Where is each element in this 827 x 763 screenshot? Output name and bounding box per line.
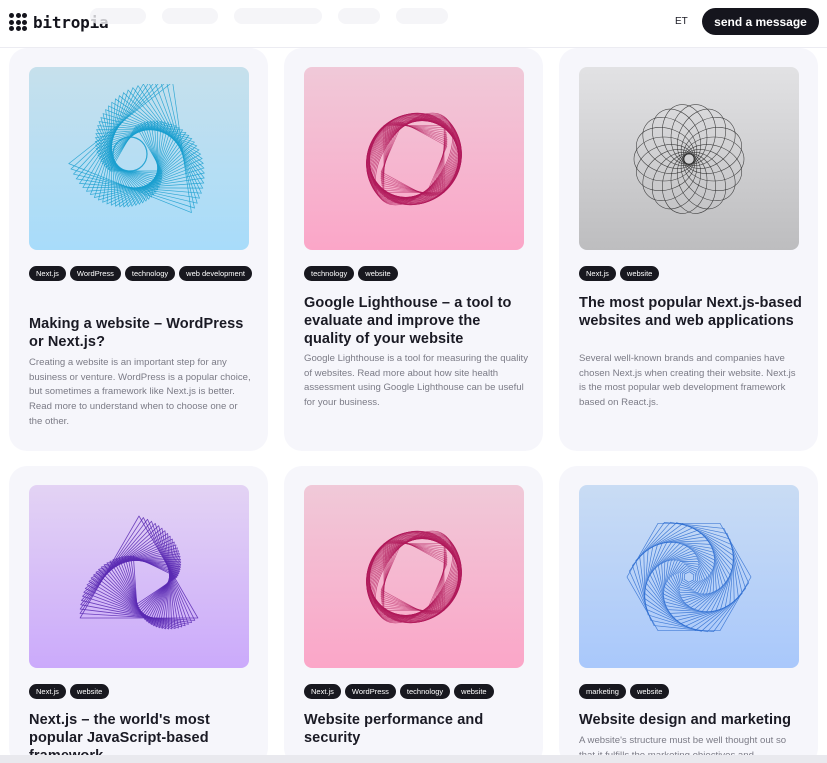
pink-twisted-square-art-icon bbox=[366, 112, 462, 205]
article-title[interactable]: Website design and marketing bbox=[579, 711, 804, 729]
article-excerpt: Several well-known brands and companies … bbox=[579, 353, 796, 409]
tag[interactable]: website bbox=[619, 266, 660, 281]
tag[interactable]: website bbox=[629, 684, 670, 699]
article-card[interactable]: Next.js website Next.js – the world's mo… bbox=[9, 466, 268, 763]
faded-navigation bbox=[90, 8, 448, 24]
article-card[interactable]: marketing website Website design and mar… bbox=[559, 466, 818, 763]
tag[interactable]: Next.js bbox=[579, 266, 616, 281]
article-image bbox=[304, 67, 524, 250]
site-header: bitropia ET send a message bbox=[0, 0, 827, 48]
article-image bbox=[29, 67, 249, 250]
article-image bbox=[579, 67, 799, 250]
tag-list: Next.js WordPress technology web develop… bbox=[29, 266, 254, 281]
article-excerpt: Google Lighthouse is a tool for measurin… bbox=[304, 353, 528, 409]
article-title[interactable]: Google Lighthouse – a tool to evaluate a… bbox=[304, 294, 529, 348]
tag-list: technology website bbox=[304, 266, 529, 281]
article-image bbox=[29, 485, 249, 668]
tag-list: marketing website bbox=[579, 684, 804, 699]
tag[interactable]: website bbox=[454, 684, 494, 699]
tag[interactable]: marketing bbox=[579, 684, 626, 699]
article-card[interactable]: technology website Google Lighthouse – a… bbox=[284, 48, 543, 451]
send-message-button[interactable]: send a message bbox=[702, 8, 819, 35]
article-card[interactable]: Next.js website The most popular Next.js… bbox=[559, 48, 818, 451]
article-title[interactable]: Making a website – WordPress or Next.js? bbox=[29, 315, 254, 351]
tag[interactable]: Next.js bbox=[304, 684, 341, 699]
tag[interactable]: Next.js bbox=[29, 266, 66, 281]
purple-rounded-triangle-art-icon bbox=[79, 515, 199, 629]
tag[interactable]: WordPress bbox=[344, 684, 396, 699]
article-card[interactable]: Next.js WordPress technology website Web… bbox=[284, 466, 543, 763]
tag[interactable]: website bbox=[358, 266, 398, 281]
tag[interactable]: technology bbox=[304, 266, 355, 281]
blue-wave-triangle-art-icon bbox=[68, 83, 205, 213]
tag-list: Next.js website bbox=[29, 684, 254, 699]
tag[interactable]: WordPress bbox=[69, 266, 121, 281]
brand-mark-icon bbox=[9, 13, 27, 31]
tag[interactable]: website bbox=[69, 684, 110, 699]
tag[interactable]: web development bbox=[179, 266, 252, 281]
article-card[interactable]: Next.js WordPress technology web develop… bbox=[9, 48, 268, 451]
article-excerpt: Creating a website is an important step … bbox=[29, 357, 251, 427]
article-title[interactable]: Website performance and security bbox=[304, 711, 529, 747]
blue-hexagon-spiral-art-icon bbox=[626, 521, 752, 632]
tag-list: Next.js website bbox=[579, 266, 804, 281]
article-image bbox=[304, 485, 524, 668]
language-switch[interactable]: ET bbox=[675, 16, 688, 27]
tag[interactable]: Next.js bbox=[29, 684, 66, 699]
article-image bbox=[579, 485, 799, 668]
tag[interactable]: technology bbox=[399, 684, 451, 699]
horizontal-scrollbar[interactable] bbox=[0, 755, 827, 763]
article-title[interactable]: The most popular Next.js-based websites … bbox=[579, 294, 804, 330]
pink-twisted-square-art-icon bbox=[366, 530, 462, 623]
tag[interactable]: technology bbox=[124, 266, 176, 281]
gray-circle-spiral-art-icon bbox=[633, 103, 745, 214]
tag-list: Next.js WordPress technology website bbox=[304, 684, 529, 699]
